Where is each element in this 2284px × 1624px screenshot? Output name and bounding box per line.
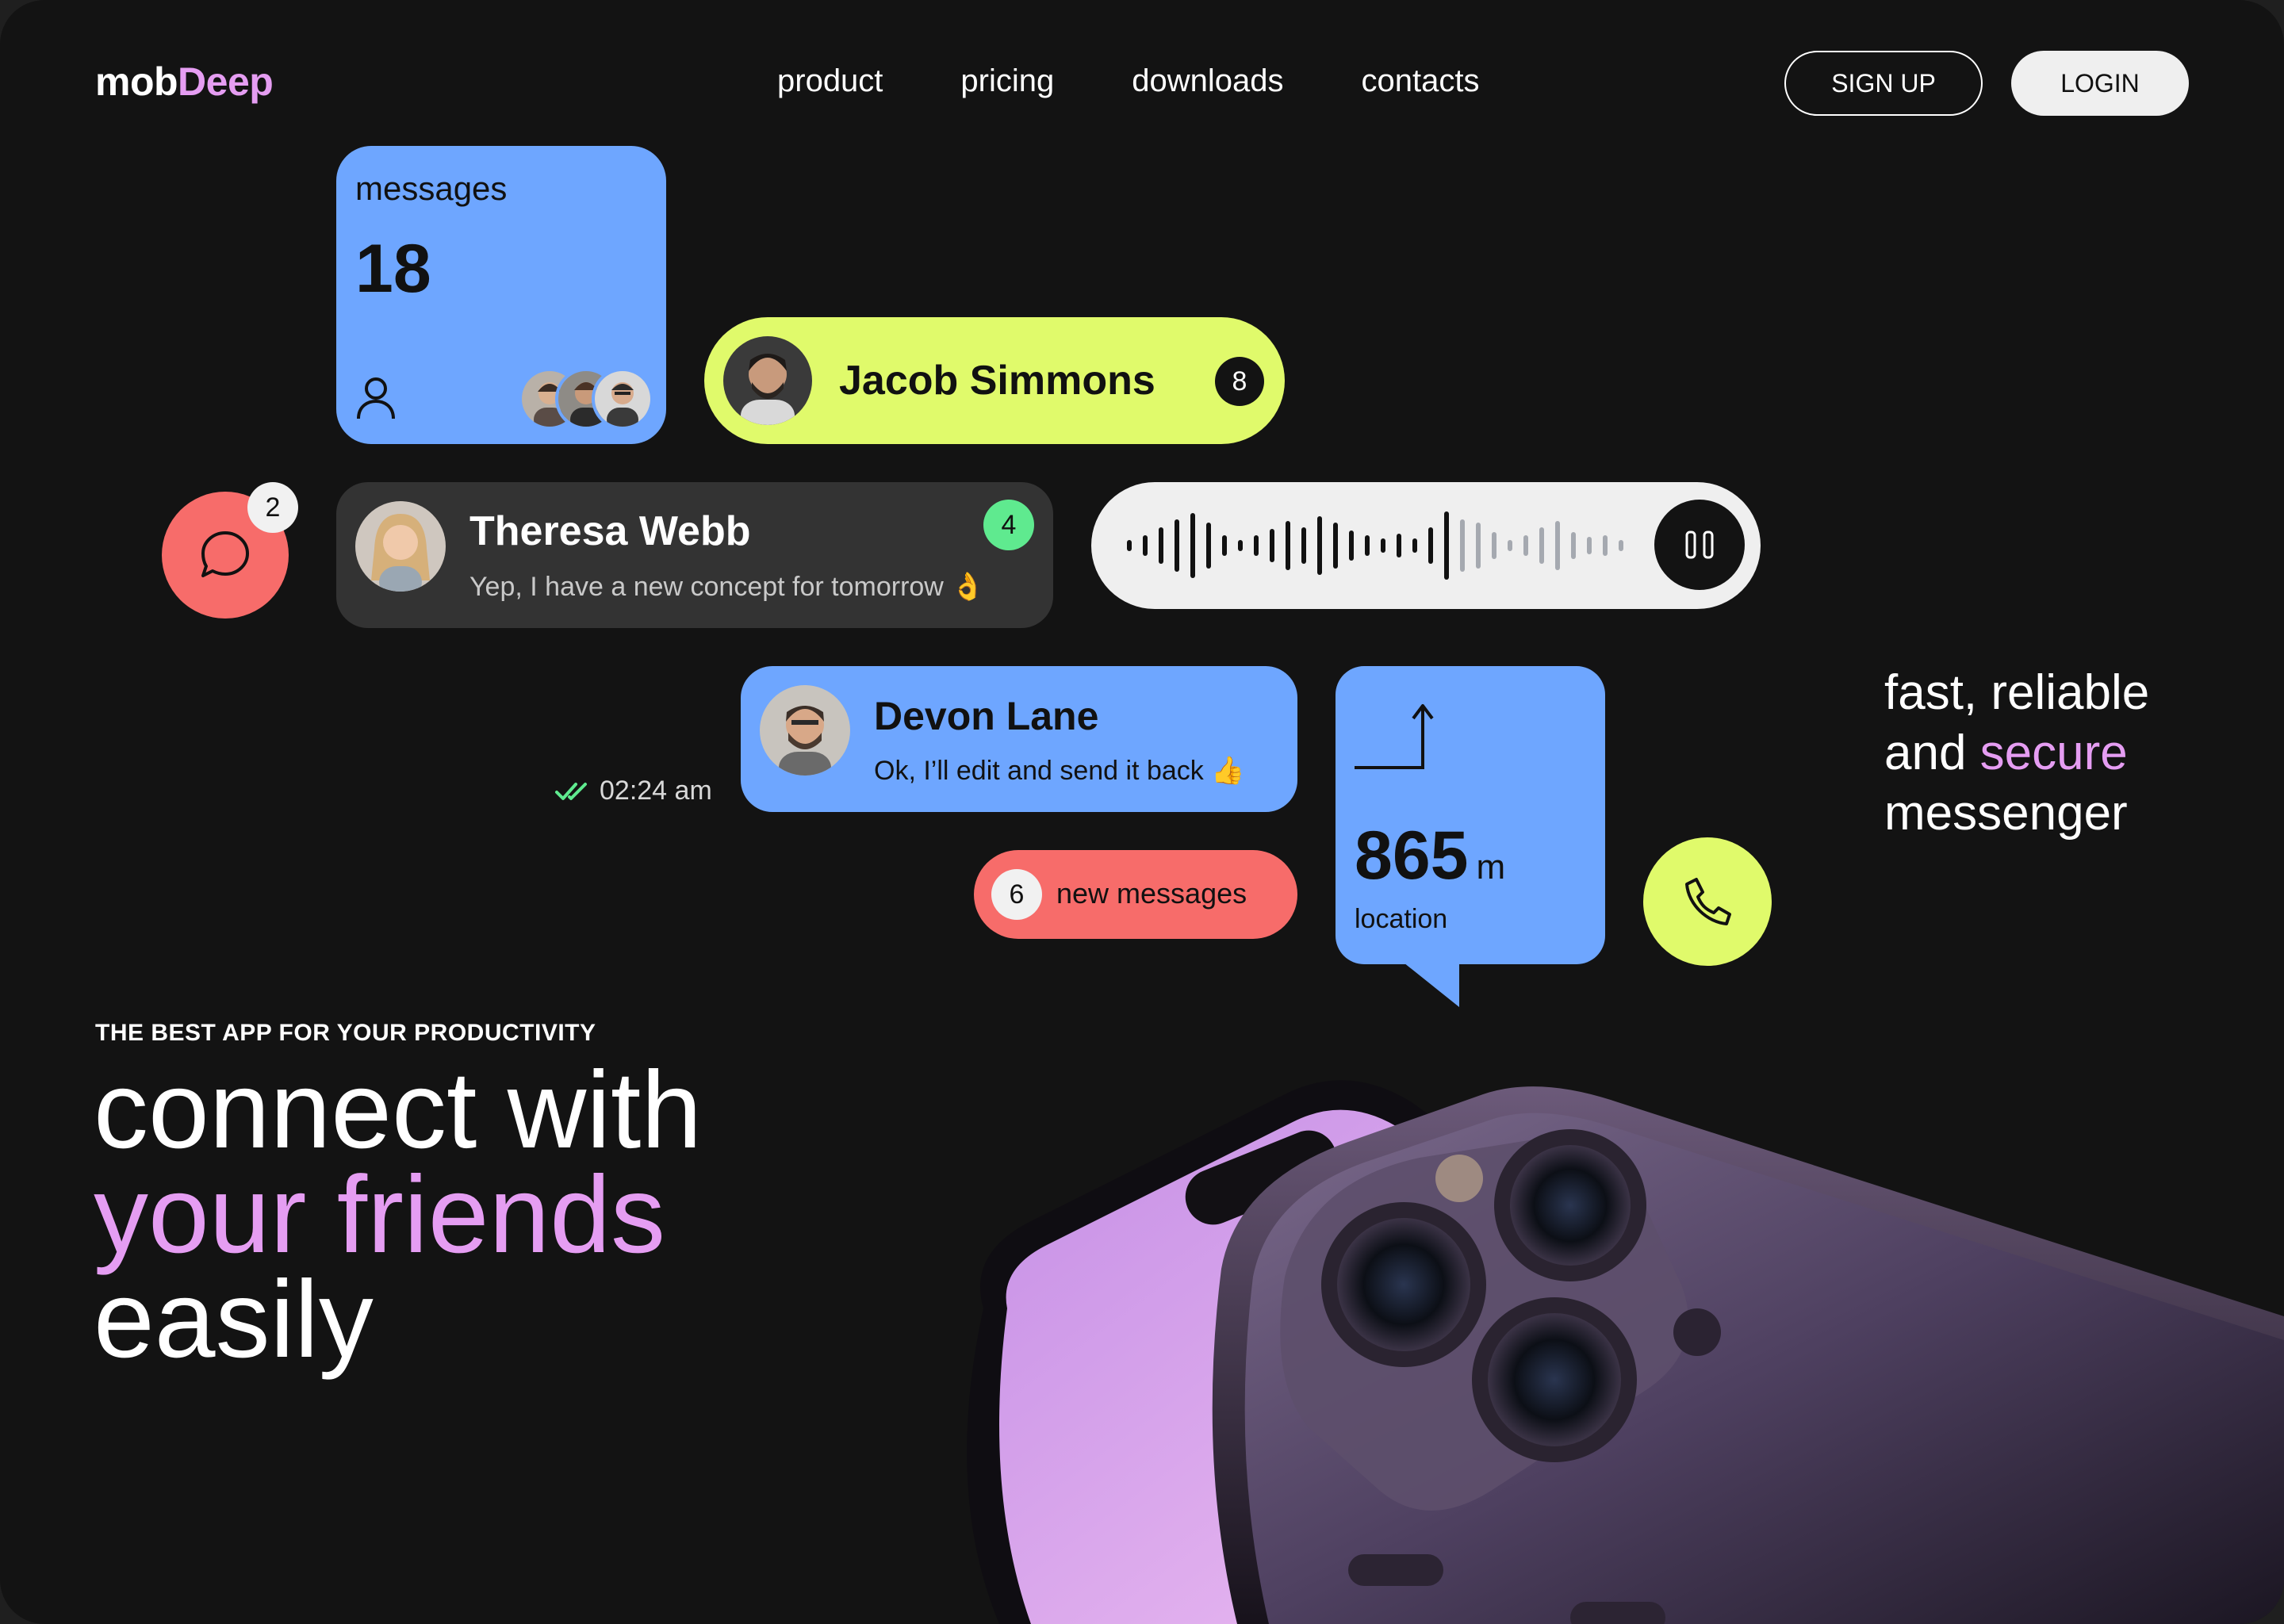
pause-button[interactable] — [1654, 500, 1745, 590]
location-card[interactable]: 865 m location — [1336, 666, 1605, 964]
distance-unit: m — [1476, 848, 1506, 887]
card-pointer — [1396, 956, 1459, 1007]
headline-line2: your friends — [94, 1154, 665, 1276]
headline-line1: connect with — [94, 1049, 703, 1171]
contact-name: Devon Lane — [874, 694, 1099, 738]
nav-pricing[interactable]: pricing — [960, 63, 1054, 99]
chat-preview-theresa-webb[interactable]: Theresa Webb Yep, I have a new concept f… — [336, 482, 1053, 628]
user-icon — [357, 377, 395, 419]
contact-jacob-simmons[interactable]: Jacob Simmons 8 — [704, 317, 1285, 444]
messages-count: 18 — [355, 231, 431, 307]
nav-downloads[interactable]: downloads — [1132, 63, 1283, 99]
waveform-icon — [1127, 511, 1623, 580]
main-nav: product pricing downloads contacts — [777, 63, 1479, 99]
tagline: fast, reliable and secure messenger — [1884, 663, 2149, 844]
unread-badge: 8 — [1215, 357, 1264, 406]
avatar — [723, 336, 812, 425]
call-button[interactable] — [1643, 837, 1772, 966]
tagline-line3: messenger — [1884, 786, 2128, 841]
brand-name-part1: mob — [95, 59, 178, 104]
message-preview: Yep, I have a new concept for tomorrow 👌 — [469, 572, 985, 602]
location-label: location — [1355, 904, 1448, 934]
phone-image — [967, 1080, 2284, 1624]
voice-message[interactable] — [1091, 482, 1761, 609]
chat-bubble-icon — [201, 531, 249, 577]
avatar-stack — [519, 368, 653, 430]
phone-icon — [1685, 878, 1731, 925]
brand-name-part2: Deep — [178, 59, 274, 104]
unread-badge: 4 — [983, 500, 1034, 550]
landing-page: mobDeep product pricing downloads contac… — [0, 0, 2284, 1624]
hero-headline: connect with your friends easily — [94, 1049, 703, 1381]
nav-product[interactable]: product — [777, 63, 883, 99]
new-messages-pill[interactable]: 6 new messages — [974, 850, 1297, 939]
message-preview: Ok, I’ll edit and send it back 👍 — [874, 756, 1245, 786]
avatar — [592, 368, 653, 430]
nav-contacts[interactable]: contacts — [1362, 63, 1480, 99]
new-messages-label: new messages — [1056, 877, 1247, 910]
chat-button[interactable]: 2 — [162, 482, 298, 619]
messages-label: messages — [355, 170, 508, 207]
pause-icon — [1685, 530, 1714, 559]
contact-name: Theresa Webb — [469, 508, 751, 554]
tagline-highlight: secure — [1979, 726, 2128, 780]
headline-line3: easily — [94, 1258, 374, 1381]
login-button[interactable]: LOGIN — [2011, 51, 2189, 116]
sign-up-button[interactable]: SIGN UP — [1784, 51, 1983, 116]
brand-logo[interactable]: mobDeep — [95, 59, 274, 105]
message-timestamp: 02:24 am — [555, 776, 712, 806]
messages-card[interactable]: messages 18 — [336, 146, 666, 444]
tagline-line1: fast, reliable — [1884, 665, 2150, 720]
tagline-line2: and secure — [1884, 726, 2128, 780]
avatar — [355, 501, 446, 592]
hero-eyebrow: THE BEST APP FOR YOUR PRODUCTIVITY — [95, 1020, 596, 1046]
distance-value: 865 m — [1355, 818, 1506, 894]
notification-badge: 2 — [247, 482, 298, 533]
avatar — [760, 685, 850, 776]
chat-preview-devon-lane[interactable]: Devon Lane Ok, I’ll edit and send it bac… — [741, 666, 1297, 812]
new-messages-count: 6 — [991, 869, 1042, 920]
turn-arrow-icon — [1355, 704, 1434, 769]
time-label: 02:24 am — [600, 776, 712, 806]
double-check-icon — [555, 782, 587, 800]
contact-name: Jacob Simmons — [839, 358, 1155, 404]
